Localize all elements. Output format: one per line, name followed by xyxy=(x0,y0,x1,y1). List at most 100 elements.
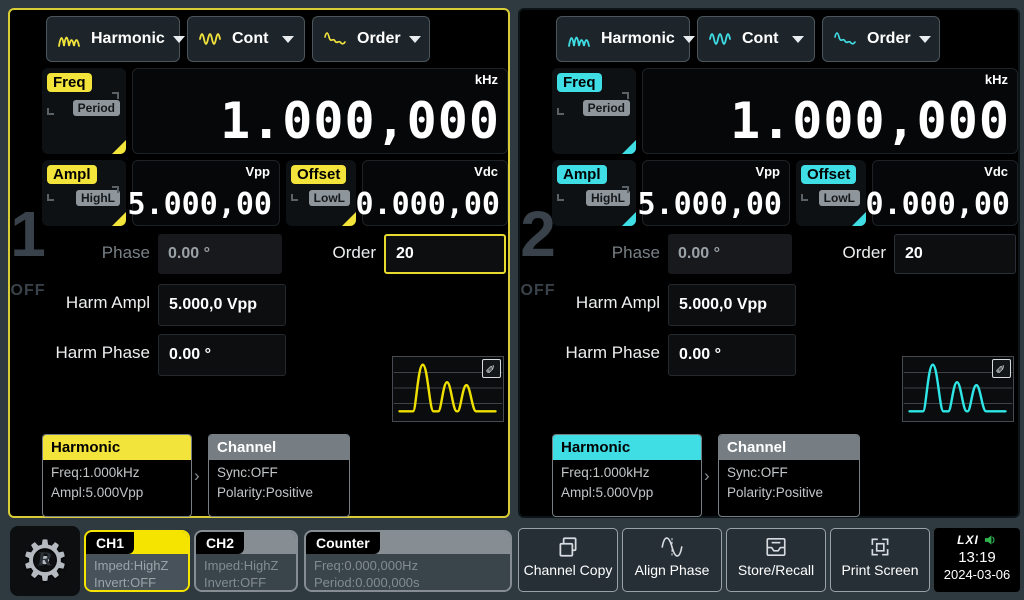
tab-channel[interactable]: Channel Sync:OFF Polarity:Positive xyxy=(208,434,350,517)
counter-period: Period:0.000,000s xyxy=(314,574,502,591)
order-field[interactable]: 20 xyxy=(894,234,1016,274)
harm-phase-value: 0.00 ° xyxy=(169,346,211,364)
channel-2-waveform-bar: Harmonic Cont Order xyxy=(556,16,940,62)
harmonic-wave-icon xyxy=(567,28,593,50)
offset-unit: Vdc xyxy=(984,164,1008,179)
print-screen-label: Print Screen xyxy=(841,562,918,578)
tab-channel[interactable]: Channel Sync:OFF Polarity:Positive xyxy=(718,434,860,517)
freq-period-selector[interactable]: Freq Period xyxy=(552,68,636,154)
frequency-display[interactable]: kHz 1.000,000 xyxy=(642,68,1018,154)
counter-card-title: Counter xyxy=(306,532,380,554)
ch1-status-card[interactable]: CH1 Imped:HighZ Invert:OFF xyxy=(84,530,190,592)
order-mode-dropdown[interactable]: Order xyxy=(822,16,940,62)
tab-harmonic[interactable]: Harmonic Freq:1.000kHz Ampl:5.000Vpp xyxy=(42,434,192,517)
phase-field[interactable]: 0.00 ° xyxy=(668,234,792,274)
edit-waveform-button[interactable] xyxy=(992,359,1011,378)
frequency-unit: kHz xyxy=(475,72,498,87)
corner-triangle-icon xyxy=(341,211,356,226)
harm-phase-field[interactable]: 0.00 ° xyxy=(668,334,796,376)
harm-phase-field[interactable]: 0.00 ° xyxy=(158,334,286,376)
corner-triangle-icon xyxy=(621,139,636,154)
order-label: Order xyxy=(816,243,886,263)
ampl-highlevel-selector[interactable]: Ampl HighL xyxy=(42,160,126,226)
amplitude-display[interactable]: Vpp 5.000,00 xyxy=(642,160,790,226)
counter-card-body: Freq:0.000,000Hz Period:0.000,000s xyxy=(306,554,510,592)
corner-mark xyxy=(291,194,298,201)
ampl-badge[interactable]: Ampl xyxy=(47,165,97,184)
chevron-down-icon xyxy=(792,36,804,43)
harm-ampl-field[interactable]: 5.000,0 Vpp xyxy=(158,284,286,326)
tab-harmonic-freq: Freq:1.000kHz xyxy=(553,460,701,480)
ampl-highlevel-selector[interactable]: Ampl HighL xyxy=(552,160,636,226)
waveform-preview[interactable] xyxy=(392,356,504,422)
freq-period-selector[interactable]: Freq Period xyxy=(42,68,126,154)
offset-badge[interactable]: Offset xyxy=(291,165,346,184)
harm-ampl-field[interactable]: 5.000,0 Vpp xyxy=(668,284,796,326)
corner-mark xyxy=(622,92,629,99)
amplitude-display[interactable]: Vpp 5.000,00 xyxy=(132,160,280,226)
store-recall-button[interactable]: Store/Recall xyxy=(726,528,826,592)
lowlevel-badge[interactable]: LowL xyxy=(309,190,350,206)
corner-triangle-icon xyxy=(111,139,126,154)
harm-ampl-label: Harm Ampl xyxy=(10,293,150,313)
order-value: 20 xyxy=(905,245,923,263)
order-mode-label: Order xyxy=(867,30,911,48)
freq-badge[interactable]: Freq xyxy=(47,73,92,92)
harmonic-wave-icon xyxy=(57,28,83,50)
order-mode-label: Order xyxy=(357,30,401,48)
channel-copy-button[interactable]: Channel Copy xyxy=(518,528,618,592)
ch1-card-title: CH1 xyxy=(86,532,134,554)
tab-harmonic-ampl: Ampl:5.000Vpp xyxy=(553,480,701,500)
lowlevel-badge[interactable]: LowL xyxy=(819,190,860,206)
period-badge[interactable]: Period xyxy=(73,100,120,116)
offset-badge[interactable]: Offset xyxy=(801,165,856,184)
phase-field[interactable]: 0.00 ° xyxy=(158,234,282,274)
corner-mark xyxy=(622,186,629,193)
frequency-display[interactable]: kHz 1.000,000 xyxy=(132,68,508,154)
corner-mark xyxy=(47,194,54,201)
tab-harmonic-freq: Freq:1.000kHz xyxy=(43,460,191,480)
chevron-right-icon xyxy=(194,466,200,486)
waveform-type-dropdown[interactable]: Harmonic xyxy=(46,16,180,62)
ampl-badge[interactable]: Ampl xyxy=(557,165,607,184)
continuous-wave-icon xyxy=(708,28,734,50)
order-mode-dropdown[interactable]: Order xyxy=(312,16,430,62)
phase-label: Phase xyxy=(10,243,150,263)
period-badge[interactable]: Period xyxy=(583,100,630,116)
offset-display[interactable]: Vdc 0.000,00 xyxy=(872,160,1018,226)
offset-lowlevel-selector[interactable]: Offset LowL xyxy=(796,160,866,226)
ch2-status-card[interactable]: CH2 Imped:HighZ Invert:OFF xyxy=(194,530,298,592)
chevron-down-icon xyxy=(409,36,421,43)
freq-badge[interactable]: Freq xyxy=(557,73,602,92)
tab-channel-sync: Sync:OFF xyxy=(209,460,349,480)
order-wave-icon xyxy=(833,28,859,50)
chevron-right-icon xyxy=(704,466,710,486)
align-phase-button[interactable]: Align Phase xyxy=(622,528,722,592)
offset-display[interactable]: Vdc 0.000,00 xyxy=(362,160,508,226)
rigol-logo-button[interactable]: R xyxy=(10,526,80,596)
counter-status-card[interactable]: Counter Freq:0.000,000Hz Period:0.000,00… xyxy=(304,530,512,592)
offset-lowlevel-selector[interactable]: Offset LowL xyxy=(286,160,356,226)
run-mode-label: Cont xyxy=(232,30,268,48)
tab-channel-title: Channel xyxy=(719,435,859,460)
harm-ampl-label: Harm Ampl xyxy=(520,293,660,313)
run-mode-dropdown[interactable]: Cont xyxy=(697,16,815,62)
corner-triangle-icon xyxy=(621,211,636,226)
tab-harmonic[interactable]: Harmonic Freq:1.000kHz Ampl:5.000Vpp xyxy=(552,434,702,517)
corner-mark xyxy=(47,108,54,115)
offset-value: 0.000,00 xyxy=(356,187,501,222)
chevron-down-icon xyxy=(282,36,294,43)
waveform-type-dropdown[interactable]: Harmonic xyxy=(556,16,690,62)
chevron-down-icon xyxy=(683,36,695,43)
print-screen-button[interactable]: Print Screen xyxy=(830,528,930,592)
waveform-preview[interactable] xyxy=(902,356,1014,422)
order-field[interactable]: 20 xyxy=(384,234,506,274)
edit-waveform-button[interactable] xyxy=(482,359,501,378)
chevron-down-icon xyxy=(919,36,931,43)
corner-mark xyxy=(801,194,808,201)
corner-mark xyxy=(112,186,119,193)
harm-ampl-value: 5.000,0 Vpp xyxy=(169,296,257,314)
ch1-impedance: Imped:HighZ xyxy=(94,557,180,574)
run-mode-dropdown[interactable]: Cont xyxy=(187,16,305,62)
pencil-icon xyxy=(996,362,1006,376)
